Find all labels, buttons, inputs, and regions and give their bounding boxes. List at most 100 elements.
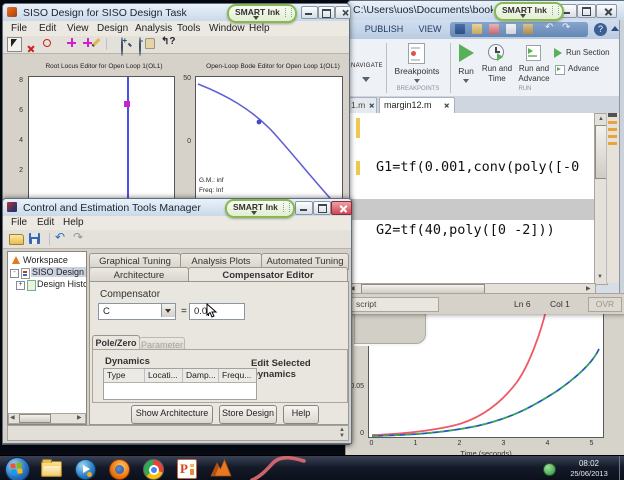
close-button[interactable] [335, 6, 351, 19]
taskbar-item-powerpoint[interactable]: P [174, 458, 200, 479]
menu-file[interactable]: File [11, 23, 27, 34]
chevron-down-icon[interactable] [362, 77, 370, 82]
tree-item-siso-task[interactable]: - SISO Design Task [10, 267, 86, 279]
taskbar-item-media-player[interactable] [72, 458, 98, 480]
siso-titlebar[interactable]: SISO Design for SISO Design Task [3, 4, 351, 22]
editor-titlebar[interactable]: C:\Users\uos\Documents\book\margins\ [348, 1, 624, 21]
undo-icon[interactable]: ↶ [55, 230, 65, 244]
workspace-tree[interactable]: Workspace - SISO Design Task + Design Hi… [7, 251, 87, 425]
scroll-right-icon[interactable]: ▶ [586, 286, 591, 293]
clock-time[interactable]: 08:02 [562, 459, 616, 468]
add-zero-icon[interactable] [43, 39, 51, 47]
tree-scrollbar-thumb[interactable] [19, 414, 51, 423]
smart-ink-toolbar[interactable]: SMART Ink [227, 4, 297, 23]
tray-status-icon[interactable] [543, 463, 556, 476]
menu-file[interactable]: File [11, 217, 27, 228]
maximize-button[interactable] [318, 6, 335, 19]
indicator-mark[interactable] [608, 113, 617, 117]
open-icon[interactable] [9, 234, 24, 245]
open-icon[interactable] [472, 24, 482, 34]
pointer-tool-button[interactable] [7, 37, 22, 52]
menu-window[interactable]: Window [209, 23, 245, 34]
menu-tools[interactable]: Tools [177, 23, 200, 34]
smart-ink-toolbar[interactable]: SMART Ink [225, 199, 295, 218]
tree-h-scrollbar[interactable]: ◀ ▶ [8, 413, 86, 424]
column-header-frequency[interactable]: Frequ... [222, 370, 251, 380]
close-button[interactable] [331, 201, 352, 215]
indicator-mark[interactable] [608, 135, 617, 138]
manager-titlebar[interactable]: Control and Estimation Tools Manager [3, 199, 352, 217]
compensator-select[interactable]: C [98, 303, 176, 320]
maximize-button[interactable] [313, 201, 331, 215]
save-icon[interactable] [455, 24, 465, 34]
close-button[interactable] [596, 4, 617, 18]
scroll-right-icon[interactable]: ▶ [77, 415, 82, 422]
tree-item-workspace[interactable]: Workspace [10, 255, 86, 266]
menu-edit[interactable]: Edit [37, 217, 54, 228]
run-section-button[interactable]: Run Section [554, 47, 618, 61]
spinner-down-icon[interactable]: ▼ [339, 433, 345, 440]
paste-icon[interactable] [523, 24, 533, 34]
cut-icon[interactable] [489, 24, 499, 34]
menu-help[interactable]: Help [249, 23, 270, 34]
show-architecture-button[interactable]: Show Architecture [131, 405, 213, 424]
maximize-button[interactable] [577, 4, 596, 18]
undo-icon[interactable]: ↶ [545, 22, 553, 33]
bode-axes[interactable]: G.M.: inf Freq: Inf [195, 76, 343, 201]
menu-edit[interactable]: Edit [39, 23, 56, 34]
drag-handle-icon[interactable] [285, 8, 292, 17]
root-locus-axes[interactable] [28, 76, 175, 201]
expand-icon[interactable]: + [16, 281, 25, 290]
indicator-mark[interactable] [608, 121, 617, 124]
column-header-location[interactable]: Locati... [148, 370, 178, 380]
taskbar-item-chrome[interactable] [140, 458, 166, 480]
taskbar-item-firefox[interactable] [106, 458, 132, 480]
indicator-mark[interactable] [608, 128, 617, 131]
menu-view[interactable]: View [67, 23, 89, 34]
scroll-down-icon[interactable]: ▼ [597, 274, 603, 281]
tab-publish[interactable]: PUBLISH [360, 23, 408, 39]
chevron-down-icon[interactable] [251, 211, 257, 215]
add-pole-icon[interactable] [27, 45, 35, 53]
redo-icon[interactable]: ↷ [73, 230, 83, 244]
zoom-in-icon[interactable]: + [121, 36, 127, 56]
scroll-left-icon[interactable]: ◀ [10, 415, 15, 422]
copy-icon[interactable] [506, 24, 516, 34]
smart-ink-toolbar[interactable]: SMART Ink [494, 2, 564, 21]
drag-handle-icon[interactable] [552, 6, 559, 15]
tab-view[interactable]: VIEW [412, 23, 448, 39]
erase-tool-icon[interactable] [91, 37, 101, 48]
pan-tool-icon[interactable] [145, 38, 155, 49]
save-icon[interactable] [29, 233, 40, 244]
drag-handle-icon[interactable] [283, 203, 290, 212]
minimize-button[interactable] [295, 201, 313, 215]
minimize-button[interactable] [301, 6, 318, 19]
overwrite-indicator[interactable]: OVR [588, 297, 622, 312]
tree-item-design-history[interactable]: + Design Histo [16, 279, 86, 291]
menu-design[interactable]: Design [97, 23, 128, 34]
taskbar-item-matlab[interactable] [208, 458, 234, 479]
start-button[interactable] [5, 457, 30, 480]
zoom-out-icon[interactable]: - [139, 36, 143, 56]
taskbar-item-windows-explorer[interactable] [38, 458, 64, 479]
clock-date[interactable]: 25/06/2013 [558, 469, 620, 478]
store-design-button[interactable]: Store Design [219, 405, 277, 424]
chevron-down-icon[interactable] [520, 14, 526, 18]
closed-loop-pole-marker[interactable] [124, 101, 130, 107]
collapse-ribbon-icon[interactable] [611, 26, 619, 31]
advance-button[interactable]: Advance [554, 63, 618, 77]
menu-help[interactable]: Help [63, 217, 84, 228]
column-header-damping[interactable]: Damp... [186, 370, 216, 380]
column-header-type[interactable]: Type [107, 370, 125, 380]
help-button[interactable]: Help [283, 405, 319, 424]
help-icon[interactable]: ? [594, 23, 607, 36]
redo-icon[interactable]: ↷ [562, 22, 570, 33]
menu-analysis[interactable]: Analysis [135, 23, 172, 34]
whats-this-icon[interactable]: ↰? [161, 36, 176, 47]
code-editor[interactable]: G1=tf(0.001,conv(poly([-0 G2=tf(40,poly(… [348, 113, 594, 283]
indicator-mark[interactable] [608, 142, 617, 145]
collapse-icon[interactable]: - [10, 269, 19, 278]
show-desktop-button[interactable] [619, 456, 624, 480]
dropdown-button[interactable] [161, 304, 175, 317]
chevron-down-icon[interactable] [253, 16, 259, 20]
